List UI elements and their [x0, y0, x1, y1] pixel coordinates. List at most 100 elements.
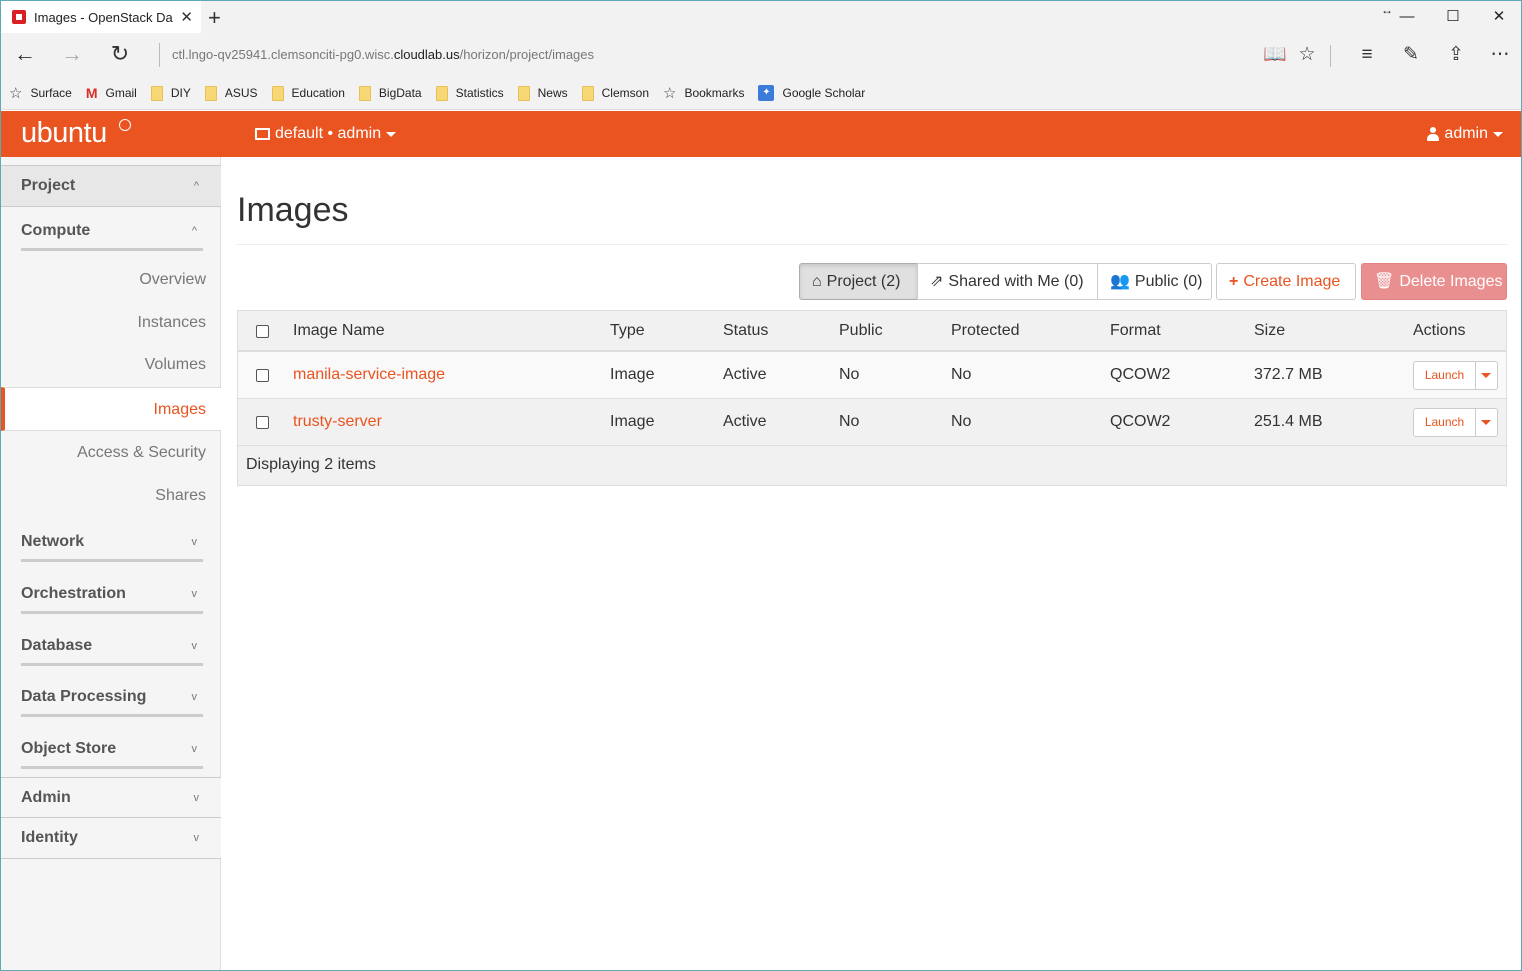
delete-images-label: Delete Images [1399, 273, 1503, 290]
url-path: /horizon/project/images [459, 47, 595, 62]
folder-icon [204, 85, 217, 101]
group-label: Database [21, 637, 93, 654]
column-header-size[interactable]: Size [1254, 311, 1285, 350]
favorite-statistics[interactable]: Statistics [435, 85, 504, 101]
images-table: Image Name Type Status Public Protected … [237, 310, 1507, 486]
ubuntu-logo[interactable]: ubuntu [21, 117, 107, 150]
share-icon[interactable]: ⇪ [1442, 43, 1470, 67]
sidebar-item-access-security[interactable]: Access & Security [1, 431, 221, 475]
sidebar-group-orchestration[interactable]: Orchestration v [21, 578, 203, 614]
sidebar-group-object-store[interactable]: Object Store v [21, 733, 203, 769]
favorite-label: BigData [378, 86, 422, 100]
launch-button[interactable]: Launch [1414, 409, 1476, 436]
image-type: Image [610, 413, 655, 430]
filter-project-button[interactable]: ⌂ Project (2) [799, 263, 918, 300]
image-protected: No [951, 366, 972, 383]
favorite-surface[interactable]: ☆ Surface [9, 84, 72, 102]
sidebar-section-project[interactable]: Project ^ [1, 165, 221, 207]
column-header-actions: Actions [1413, 322, 1466, 339]
create-image-label: Create Image [1243, 273, 1341, 290]
favorite-gmail[interactable]: M Gmail [86, 85, 137, 101]
favorite-star-icon[interactable]: ☆ [1293, 43, 1321, 67]
maximize-icon[interactable]: ☐ [1430, 1, 1476, 33]
folder-icon [581, 85, 594, 101]
row-checkbox[interactable] [256, 416, 269, 429]
close-tab-icon[interactable]: ✕ [180, 8, 193, 26]
sidebar-group-data-processing[interactable]: Data Processing v [21, 681, 203, 717]
back-arrow-icon[interactable]: ← [10, 41, 40, 69]
sidebar-group-network[interactable]: Network v [21, 526, 203, 562]
sidebar-item-shares[interactable]: Shares [1, 474, 221, 518]
image-name-link[interactable]: trusty-server [293, 399, 382, 445]
image-public: No [839, 366, 860, 383]
favorite-label: DIY [170, 86, 191, 100]
actions-dropdown-icon[interactable] [1481, 373, 1491, 378]
filter-shared-button[interactable]: ⇗ Shared with Me (0) [917, 263, 1098, 300]
favorite-label: Statistics [455, 86, 504, 100]
refresh-icon[interactable]: ↻ [105, 41, 135, 69]
users-icon: 👥 [1110, 273, 1130, 290]
image-name-link[interactable]: manila-service-image [293, 352, 445, 398]
column-header-image-name[interactable]: Image Name [293, 311, 385, 350]
caret-down-icon [1493, 131, 1503, 137]
openstack-favicon-icon [12, 10, 26, 24]
table-row: manila-service-image Image Active No No … [238, 352, 1506, 399]
select-all-checkbox[interactable] [256, 325, 269, 338]
image-status: Active [723, 366, 767, 383]
new-tab-button[interactable]: + [208, 5, 221, 31]
column-header-status[interactable]: Status [723, 311, 768, 350]
sidebar-item-instances[interactable]: Instances [1, 301, 221, 345]
create-image-button[interactable]: + Create Image [1216, 263, 1356, 300]
favorite-bookmarks[interactable]: ☆ Bookmarks [663, 84, 744, 102]
sidebar-item-volumes[interactable]: Volumes [1, 343, 221, 387]
web-note-icon[interactable]: ✎ [1397, 43, 1425, 67]
reading-view-icon[interactable]: 📖 [1261, 43, 1289, 67]
sidebar-item-overview[interactable]: Overview [1, 258, 221, 302]
folder-icon [271, 85, 284, 101]
filter-public-button[interactable]: 👥 Public (0) [1097, 263, 1212, 300]
sidebar-item-images[interactable]: Images [1, 387, 221, 431]
chevron-down-icon: v [191, 691, 198, 703]
favorites-bar: ☆ Surface M Gmail DIY ASUS Education BigDa… [1, 77, 1521, 110]
folder-icon [358, 85, 371, 101]
hub-icon[interactable]: ≡ [1353, 43, 1381, 67]
column-header-format[interactable]: Format [1110, 311, 1161, 350]
user-menu[interactable]: admin [1427, 125, 1503, 143]
favorite-asus[interactable]: ASUS [204, 85, 258, 101]
row-checkbox[interactable] [256, 369, 269, 382]
forward-arrow-icon[interactable]: → [57, 41, 87, 69]
favorite-news[interactable]: News [517, 85, 568, 101]
browser-tab[interactable]: Images - OpenStack Da ✕ [1, 1, 201, 33]
image-size: 251.4 MB [1254, 413, 1323, 430]
delete-images-button[interactable]: 🗑 Delete Images [1361, 263, 1507, 300]
column-header-type[interactable]: Type [610, 311, 645, 350]
actions-dropdown-icon[interactable] [1481, 420, 1491, 425]
column-header-protected[interactable]: Protected [951, 311, 1019, 350]
sidebar-group-database[interactable]: Database v [21, 630, 203, 666]
column-header-public[interactable]: Public [839, 311, 883, 350]
section-label: Project [21, 177, 76, 194]
launch-button[interactable]: Launch [1414, 362, 1476, 389]
favorite-education[interactable]: Education [271, 85, 345, 101]
sidebar-section-identity[interactable]: Identity v [1, 817, 221, 859]
home-icon: ⌂ [812, 273, 822, 290]
favorite-bigdata[interactable]: BigData [358, 85, 422, 101]
chevron-down-icon: v [193, 832, 200, 844]
minimize-icon[interactable]: — [1384, 1, 1430, 33]
favorite-diy[interactable]: DIY [150, 85, 191, 101]
project-switcher[interactable]: default • admin [255, 125, 397, 143]
user-icon [1427, 127, 1440, 141]
url-field[interactable]: ctl.lngo-qv25941.clemsonciti-pg0.wisc.cl… [159, 43, 594, 67]
sidebar: Project ^ Compute ^ Overview Instances Vol… [1, 157, 221, 970]
sidebar-group-compute[interactable]: Compute ^ [21, 215, 203, 251]
monitor-icon [255, 128, 270, 140]
more-icon[interactable]: ⋯ [1486, 43, 1514, 67]
chevron-down-icon: v [191, 588, 198, 600]
favorite-clemson[interactable]: Clemson [581, 85, 649, 101]
image-format: QCOW2 [1110, 413, 1171, 430]
table-header: Image Name Type Status Public Protected … [238, 311, 1506, 352]
close-window-icon[interactable]: ✕ [1476, 1, 1521, 33]
folder-icon [435, 85, 448, 101]
favorite-google-scholar[interactable]: ✦ Google Scholar [758, 85, 865, 101]
sidebar-section-admin[interactable]: Admin v [1, 777, 221, 819]
